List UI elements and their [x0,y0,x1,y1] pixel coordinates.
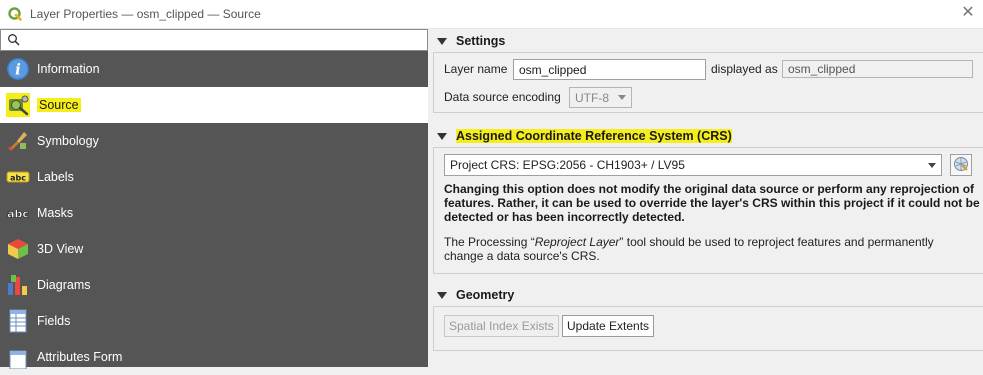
labels-icon: abc [6,165,30,189]
chevron-down-icon [928,162,936,168]
qgis-logo-icon [8,7,22,21]
sidebar-item-label: 3D View [37,242,84,256]
reproject-tool-name: Reproject Layer [534,235,620,249]
settings-header[interactable]: Settings [433,30,983,52]
close-icon[interactable]: ✕ [961,5,975,21]
displayed-as-field: osm_clipped [782,60,973,78]
search-input[interactable] [1,30,427,50]
crs-header[interactable]: Assigned Coordinate Reference System (CR… [433,125,983,147]
sidebar-item-labels[interactable]: abc Labels [0,159,428,195]
chevron-down-icon [618,95,626,100]
sidebar-item-label: Labels [37,170,74,184]
settings-title: Settings [456,34,506,48]
settings-section: Layer name osm_clipped displayed as osm_… [433,52,983,113]
crs-select[interactable]: Project CRS: EPSG:2056 - CH1903+ / LV95 [444,154,942,176]
symbology-icon [6,129,30,153]
displayed-as-label: displayed as [711,62,778,76]
svg-text:abc: abc [10,174,26,183]
layer-name-label: Layer name [444,62,508,76]
window-title: Layer Properties — osm_clipped — Source [30,7,261,21]
masks-icon: abc [6,201,30,225]
sidebar-item-information[interactable]: i Information [0,51,428,87]
sidebar-item-label: Fields [37,314,71,328]
fields-icon [6,309,30,333]
main-panel: Settings Layer name osm_clipped displaye… [433,29,983,367]
spatial-index-button: Spatial Index Exists [444,315,559,337]
title-bar: Layer Properties — osm_clipped — Source … [0,0,983,29]
sidebar-item-diagrams[interactable]: Diagrams [0,267,428,303]
crs-title: Assigned Coordinate Reference System (CR… [456,129,732,143]
encoding-select[interactable]: UTF-8 [569,87,632,108]
collapse-arrow-icon [437,37,447,45]
search-box [0,29,428,51]
attributes-form-icon [6,345,30,369]
layer-name-field[interactable]: osm_clipped [513,59,706,80]
sidebar-item-masks[interactable]: abc Masks [0,195,428,231]
geometry-section: Spatial Index Exists Update Extents [433,306,983,351]
crs-selector-button[interactable] [950,154,972,176]
collapse-arrow-icon [437,132,447,140]
sidebar-item-source[interactable]: Source [0,87,428,123]
sidebar-item-label: Symbology [37,134,99,148]
sidebar-item-label: Masks [37,206,74,220]
sidebar-item-label: Diagrams [37,278,91,292]
crs-warning-text: Changing this option does not modify the… [444,182,980,224]
search-icon [7,33,21,47]
crs-section: Project CRS: EPSG:2056 - CH1903+ / LV95 … [433,147,983,274]
sidebar-item-fields[interactable]: Fields [0,303,428,339]
information-icon: i [6,57,30,81]
sidebar-item-symbology[interactable]: Symbology [0,123,428,159]
source-icon [6,93,30,117]
geometry-title: Geometry [456,288,515,302]
collapse-arrow-icon [437,291,447,299]
sidebar-item-label: Source [37,98,81,112]
geometry-header[interactable]: Geometry [433,284,983,306]
sidebar-nav: i Information Source Symbology abc Label… [0,51,428,375]
globe-icon [953,156,969,175]
svg-text:i: i [15,61,21,79]
sidebar: i Information Source Symbology abc Label… [0,29,428,369]
update-extents-button[interactable]: Update Extents [562,315,655,337]
sidebar-item-label: Information [37,62,100,76]
sidebar-item-label: Attributes Form [37,350,123,364]
3d-view-icon [6,237,30,261]
diagrams-icon [6,273,30,297]
sidebar-item-3d-view[interactable]: 3D View [0,231,428,267]
sidebar-item-attributes-form[interactable]: Attributes Form [0,339,428,375]
encoding-label: Data source encoding [444,90,561,104]
svg-text:abc: abc [7,208,29,221]
crs-note-text: The Processing “Reproject Layer” tool sh… [444,235,934,263]
